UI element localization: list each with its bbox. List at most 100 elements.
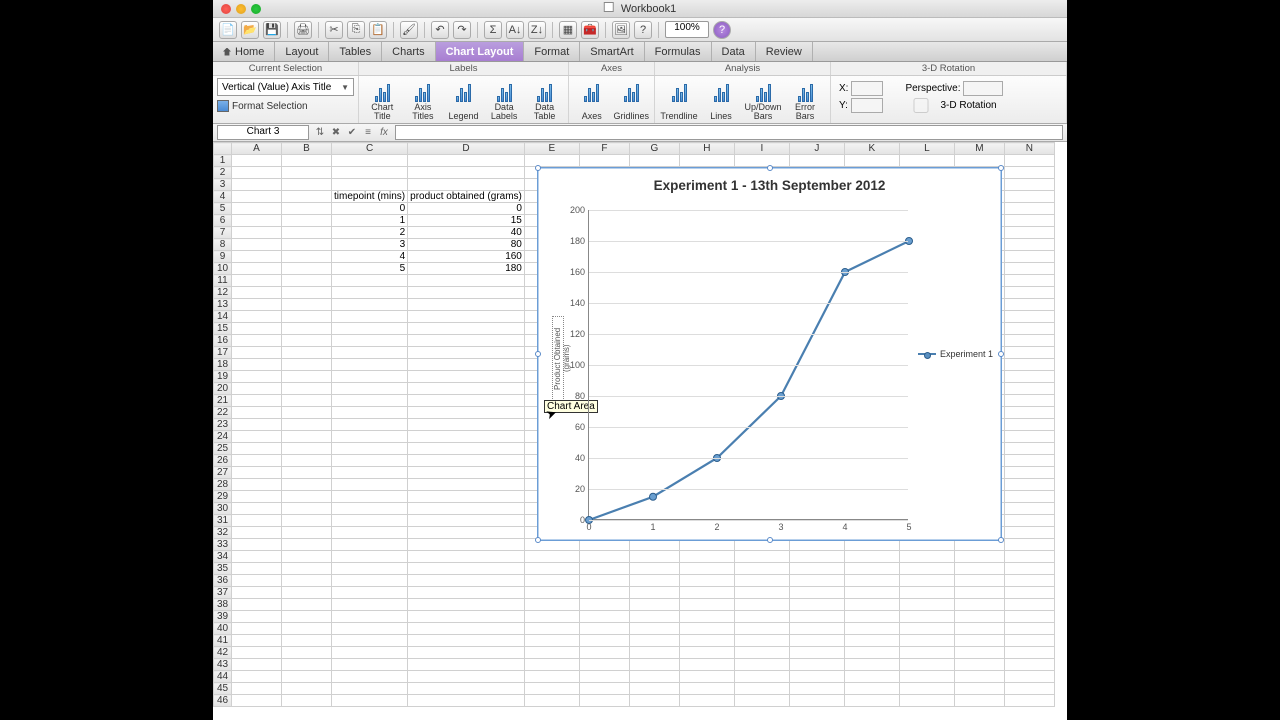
cell[interactable] [1004, 167, 1054, 179]
cell[interactable] [232, 611, 282, 623]
cell[interactable] [282, 275, 332, 287]
col-header[interactable]: C [332, 143, 408, 155]
cell[interactable] [629, 587, 679, 599]
cell[interactable] [332, 647, 408, 659]
row-header[interactable]: 5 [214, 203, 232, 215]
cell[interactable] [408, 587, 525, 599]
cell[interactable] [1004, 491, 1054, 503]
row-header[interactable]: 14 [214, 311, 232, 323]
cell[interactable] [332, 623, 408, 635]
cell[interactable] [1004, 671, 1054, 683]
cell[interactable] [282, 659, 332, 671]
cell[interactable] [899, 659, 954, 671]
cell[interactable]: 0 [332, 203, 408, 215]
cell[interactable] [232, 551, 282, 563]
cell[interactable] [789, 647, 844, 659]
row-header[interactable]: 18 [214, 359, 232, 371]
media-button[interactable]: 🖼 [612, 21, 630, 39]
cell[interactable] [899, 155, 954, 167]
cell[interactable] [679, 599, 734, 611]
cell[interactable] [629, 683, 679, 695]
cell[interactable] [232, 395, 282, 407]
cell[interactable] [332, 575, 408, 587]
cell[interactable]: product obtained (grams) [408, 191, 525, 203]
cell[interactable] [408, 335, 525, 347]
chart-title-button[interactable]: Chart Title [363, 78, 402, 122]
row-header[interactable]: 16 [214, 335, 232, 347]
cell[interactable] [844, 563, 899, 575]
row-header[interactable]: 9 [214, 251, 232, 263]
col-header[interactable]: H [679, 143, 734, 155]
cell[interactable] [282, 695, 332, 707]
cell[interactable] [332, 371, 408, 383]
cell[interactable] [232, 575, 282, 587]
cell[interactable] [524, 623, 579, 635]
cell[interactable] [899, 635, 954, 647]
row-header[interactable]: 6 [214, 215, 232, 227]
cell[interactable] [332, 443, 408, 455]
cell[interactable] [232, 419, 282, 431]
cell[interactable] [408, 551, 525, 563]
row-header[interactable]: 3 [214, 179, 232, 191]
cell[interactable] [232, 407, 282, 419]
col-header[interactable]: L [899, 143, 954, 155]
cell[interactable] [332, 479, 408, 491]
cell[interactable] [954, 575, 1004, 587]
row-header[interactable]: 33 [214, 539, 232, 551]
cell[interactable] [232, 215, 282, 227]
cell[interactable] [232, 491, 282, 503]
cell[interactable] [232, 359, 282, 371]
cell[interactable] [954, 671, 1004, 683]
cell[interactable]: 3 [332, 239, 408, 251]
print-button[interactable]: 🖨 [294, 21, 312, 39]
cell[interactable] [1004, 527, 1054, 539]
cell[interactable] [282, 395, 332, 407]
cell[interactable] [282, 563, 332, 575]
cell[interactable] [789, 575, 844, 587]
cell[interactable] [408, 179, 525, 191]
confirm-icon[interactable]: ✔ [345, 126, 359, 140]
gridlines-button[interactable]: Gridlines [613, 78, 651, 122]
cell[interactable] [408, 359, 525, 371]
cell[interactable] [579, 575, 629, 587]
row-header[interactable]: 12 [214, 287, 232, 299]
legend-button[interactable]: Legend [444, 78, 483, 122]
cell[interactable] [1004, 563, 1054, 575]
arrows-icon[interactable]: ⇅ [313, 126, 327, 140]
cell[interactable] [524, 647, 579, 659]
cell[interactable] [579, 599, 629, 611]
cell[interactable] [232, 659, 282, 671]
cell[interactable] [282, 587, 332, 599]
lines-button[interactable]: Lines [701, 78, 741, 122]
cell[interactable] [282, 347, 332, 359]
cell[interactable] [789, 611, 844, 623]
cell[interactable] [408, 323, 525, 335]
up-down-bars-button[interactable]: Up/Down Bars [743, 78, 783, 122]
tab-charts[interactable]: Charts [382, 42, 435, 61]
cell[interactable] [232, 455, 282, 467]
cell[interactable] [282, 491, 332, 503]
cell[interactable] [579, 635, 629, 647]
cell[interactable] [1004, 299, 1054, 311]
cell[interactable]: 40 [408, 227, 525, 239]
tab-smartart[interactable]: SmartArt [580, 42, 644, 61]
cell[interactable] [789, 635, 844, 647]
row-header[interactable]: 20 [214, 383, 232, 395]
cell[interactable] [332, 683, 408, 695]
cell[interactable] [844, 155, 899, 167]
cell[interactable] [629, 599, 679, 611]
cell[interactable] [282, 455, 332, 467]
cell[interactable] [524, 587, 579, 599]
cell[interactable] [954, 635, 1004, 647]
cell[interactable] [899, 683, 954, 695]
cell[interactable] [282, 443, 332, 455]
cell[interactable] [579, 587, 629, 599]
open-button[interactable]: 📂 [241, 21, 259, 39]
cell[interactable] [579, 623, 629, 635]
cell[interactable] [1004, 515, 1054, 527]
cell[interactable] [282, 239, 332, 251]
cell[interactable] [408, 467, 525, 479]
cell[interactable] [789, 551, 844, 563]
cell[interactable] [232, 503, 282, 515]
cell[interactable] [524, 611, 579, 623]
